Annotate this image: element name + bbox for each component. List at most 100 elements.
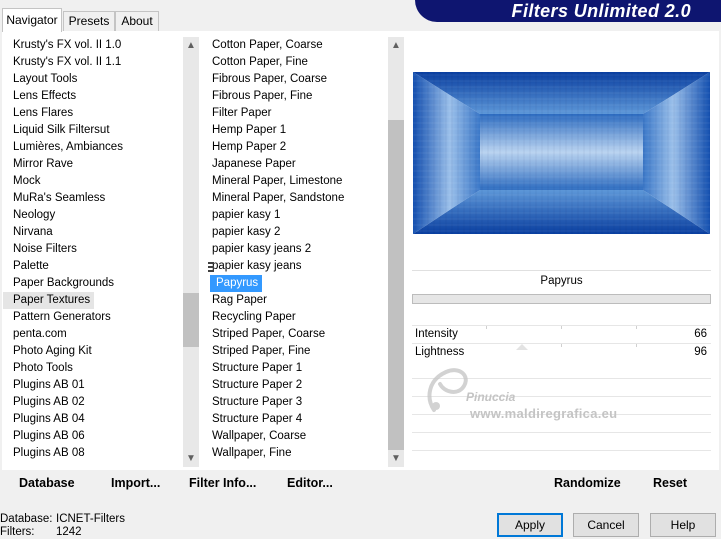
randomize-button[interactable]: Randomize [554,475,621,491]
help-button[interactable]: Help [650,513,716,537]
list-item[interactable]: papier kasy 1 [206,207,388,224]
list-item-label: Fibrous Paper, Fine [212,90,313,102]
list-item[interactable]: Plugins AB 01 [3,377,183,394]
list-item[interactable]: Layout Tools [3,71,183,88]
list-item[interactable]: papier kasy jeans [206,258,388,275]
list-item-label: Structure Paper 3 [212,396,303,408]
tab-about[interactable]: About [115,11,159,31]
list-item[interactable]: Structure Paper 1 [206,360,388,377]
list-item[interactable]: Plugins AB 04 [3,411,183,428]
list-item[interactable]: Striped Paper, Coarse [206,326,388,343]
param-row-intensity[interactable]: Intensity 66 [412,325,711,342]
list-item-label: papier kasy 2 [212,226,281,238]
list-item[interactable]: Mock [3,173,183,190]
list-item-label: Cotton Paper, Coarse [212,39,323,51]
list-item[interactable]: Hemp Paper 2 [206,139,388,156]
param-divider [412,450,711,451]
list-item-label: Lumières, Ambiances [13,141,123,153]
list-item[interactable]: Fibrous Paper, Coarse [206,71,388,88]
scroll-down-icon[interactable]: ▼ [388,450,404,467]
param-row-lightness[interactable]: Lightness 96 [412,343,711,360]
list-item[interactable]: Photo Aging Kit [3,343,183,360]
list-item-label: Plugins AB 08 [13,447,85,459]
list-item[interactable]: Paper Textures [3,292,183,309]
list-item[interactable]: Nirvana [3,224,183,241]
list-item[interactable]: Palette [3,258,183,275]
import-button[interactable]: Import... [111,475,160,491]
list-item[interactable]: Structure Paper 2 [206,377,388,394]
list-item[interactable]: Liquid Silk Filtersut [3,122,183,139]
progress-bar [412,294,711,304]
category-scrollbar[interactable]: ▲ ▼ [183,37,199,467]
scroll-up-icon[interactable]: ▲ [388,37,404,54]
reset-button[interactable]: Reset [653,475,687,491]
list-item[interactable]: Krusty's FX vol. II 1.0 [3,37,183,54]
list-item[interactable]: Papyrus [206,275,388,292]
list-item[interactable]: Krusty's FX vol. II 1.1 [3,54,183,71]
list-item[interactable]: Mirror Rave [3,156,183,173]
tab-presets[interactable]: Presets [63,11,115,31]
list-item[interactable]: Hemp Paper 1 [206,122,388,139]
database-button[interactable]: Database [19,475,75,491]
list-item[interactable]: Paper Backgrounds [3,275,183,292]
list-item[interactable]: Plugins AB 06 [3,428,183,445]
param-value: 66 [694,328,707,340]
filter-list[interactable]: Cotton Paper, Coarse Cotton Paper, Fine Fi… [206,37,388,467]
list-item[interactable]: Japanese Paper [206,156,388,173]
list-item-label: Recycling Paper [212,311,296,323]
scroll-up-icon[interactable]: ▲ [183,37,199,54]
filter-scroll-thumb[interactable] [388,120,404,450]
list-item[interactable]: Lens Flares [3,105,183,122]
list-item[interactable]: Structure Paper 4 [206,411,388,428]
list-item[interactable]: Lens Effects [3,88,183,105]
cancel-button[interactable]: Cancel [573,513,639,537]
list-item[interactable]: Rag Paper [206,292,388,309]
list-item[interactable]: Filter Paper [206,105,388,122]
list-item[interactable]: Mineral Paper, Limestone [206,173,388,190]
list-item-label: Japanese Paper [212,158,296,170]
list-item[interactable]: Noise Filters [3,241,183,258]
list-item[interactable]: Lumières, Ambiances [3,139,183,156]
slider-thumb-icon[interactable] [516,344,528,350]
list-item[interactable]: Cotton Paper, Coarse [206,37,388,54]
editor-button[interactable]: Editor... [287,475,333,491]
list-item-label: Cotton Paper, Fine [212,56,308,68]
param-value: 96 [694,346,707,358]
list-item[interactable]: Neology [3,207,183,224]
list-item[interactable]: Wallpaper, Coarse [206,428,388,445]
slider-tick [636,344,637,347]
list-item[interactable]: Fibrous Paper, Fine [206,88,388,105]
list-item[interactable]: Wallpaper, Fine [206,445,388,462]
list-item[interactable]: Plugins AB 08 [3,445,183,462]
list-item[interactable]: Mineral Paper, Sandstone [206,190,388,207]
list-item-label: Mirror Rave [13,158,74,170]
list-item[interactable]: Striped Paper, Fine [206,343,388,360]
list-item-label: Filter Paper [212,107,272,119]
tab-navigator[interactable]: Navigator [2,8,62,32]
list-item[interactable]: Cotton Paper, Fine [206,54,388,71]
list-item-label: Paper Textures [3,292,95,309]
list-item[interactable]: MuRa's Seamless [3,190,183,207]
database-status-label: Database: [0,513,53,525]
list-item[interactable]: papier kasy jeans 2 [206,241,388,258]
list-item[interactable]: Structure Paper 3 [206,394,388,411]
list-item[interactable]: Photo Tools [3,360,183,377]
filter-info-button[interactable]: Filter Info... [189,475,256,491]
filters-status-label: Filters: [0,526,35,538]
list-item[interactable]: papier kasy 2 [206,224,388,241]
scroll-down-icon[interactable]: ▼ [183,450,199,467]
list-item[interactable]: Recycling Paper [206,309,388,326]
slider-tick [486,326,487,329]
category-scroll-thumb[interactable] [183,293,199,347]
list-item[interactable]: Plugins AB 02 [3,394,183,411]
watermark-name: Pinuccia [466,390,516,404]
category-list[interactable]: Krusty's FX vol. II 1.0 Krusty's FX vol. … [3,37,183,467]
list-item-label: Hemp Paper 1 [212,124,287,136]
filter-scrollbar[interactable]: ▲ ▼ [388,37,404,467]
list-item-label: Wallpaper, Coarse [212,430,307,442]
list-item[interactable]: penta.com [3,326,183,343]
apply-button[interactable]: Apply [497,513,563,537]
drag-handle-icon[interactable] [208,261,214,273]
watermark-url: www.maldiregrafica.eu [470,406,618,421]
list-item[interactable]: Pattern Generators [3,309,183,326]
